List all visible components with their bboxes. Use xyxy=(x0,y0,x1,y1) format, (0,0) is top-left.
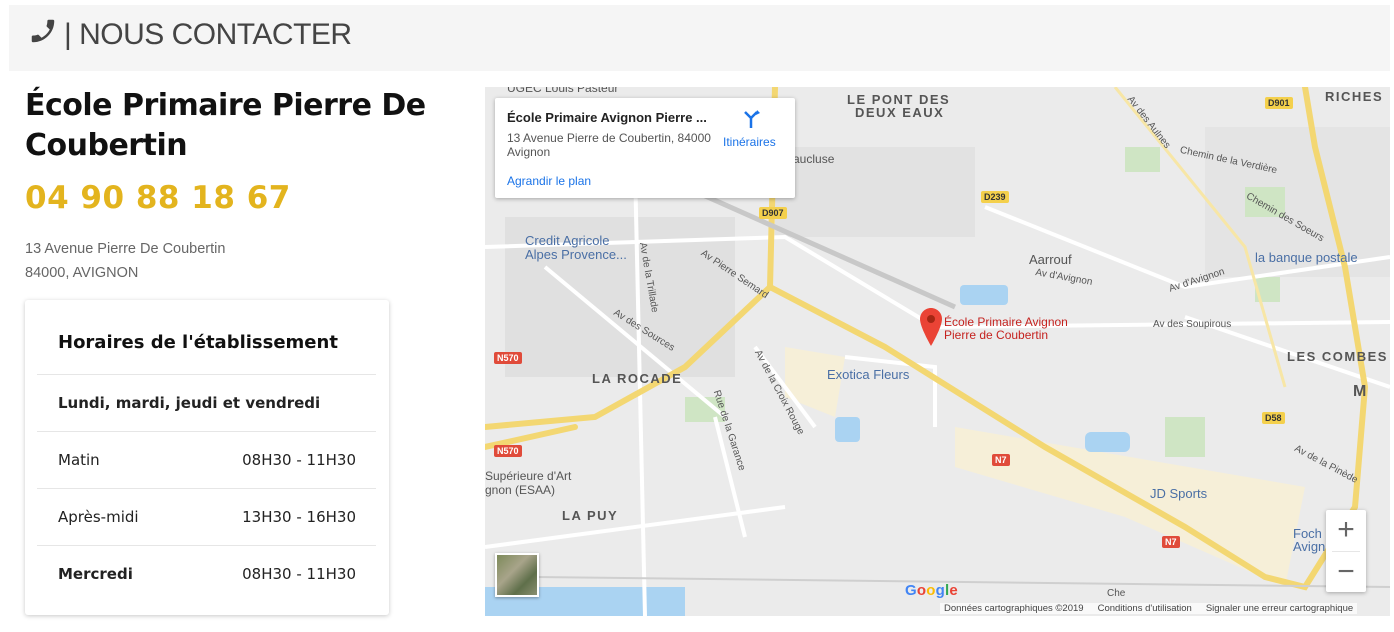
map-label: DEUX EAUX xyxy=(855,105,945,120)
road-tag: D58 xyxy=(1262,412,1285,424)
zoom-in-button[interactable]: + xyxy=(1326,510,1366,550)
place-address: 13 Avenue Pierre de Coubertin, 84000 Avi… xyxy=(507,131,711,159)
road-tag: N570 xyxy=(494,352,522,364)
zoom-out-button[interactable]: − xyxy=(1326,552,1366,592)
map-label: LES COMBES xyxy=(1287,349,1388,364)
road-tag: D907 xyxy=(759,207,787,219)
map-label: LA PUY xyxy=(562,508,619,523)
poi-label: la banque postale xyxy=(1255,250,1358,265)
poi-label: Alpes Provence... xyxy=(525,247,627,262)
map-attribution: Données cartographiques ©2019 Conditions… xyxy=(940,603,1358,614)
road-tag: D901 xyxy=(1265,97,1293,109)
poi-label: Credit Agricole xyxy=(525,233,610,248)
pin-label-line-2: Pierre de Coubertin xyxy=(944,328,1049,342)
school-name: École Primaire Pierre De Coubertin xyxy=(25,88,426,163)
street-label: Av des Soupirous xyxy=(1153,319,1232,330)
school-phone[interactable]: 04 90 88 18 67 xyxy=(25,180,291,216)
school-address: 13 Avenue Pierre De Coubertin 84000, AVI… xyxy=(25,237,225,285)
poi-label: gnon (ESAA) xyxy=(485,483,556,497)
zoom-control: + − xyxy=(1326,510,1366,592)
satellite-toggle[interactable] xyxy=(495,553,539,597)
map-label: aucluse xyxy=(793,152,835,166)
map-label: M xyxy=(1353,383,1368,400)
road-tag: N7 xyxy=(1162,536,1180,548)
map-label: RICHES xyxy=(1325,89,1384,104)
poi-label: Avign xyxy=(1293,539,1326,554)
report-error-link[interactable]: Signaler une erreur cartographique xyxy=(1206,603,1353,614)
poi-label: Exotica Fleurs xyxy=(827,367,910,382)
hours-section-row: Lundi, mardi, jeudi et vendredi xyxy=(37,374,376,431)
road-tag: N7 xyxy=(992,454,1010,466)
poi-label: JD Sports xyxy=(1150,486,1208,501)
hours-day: Matin xyxy=(58,451,100,469)
map-label: UGEC Louis Pasteur xyxy=(507,87,619,95)
phone-icon xyxy=(28,16,58,54)
road-tag: N570 xyxy=(494,445,522,457)
opening-hours-card: Horaires de l'établissement Lundi, mardi… xyxy=(25,300,389,615)
google-logo: Google xyxy=(905,582,958,599)
directions-button[interactable]: Itinéraires xyxy=(723,135,776,149)
address-line-1: 13 Avenue Pierre De Coubertin xyxy=(25,241,226,257)
address-line-2: 84000, AVIGNON xyxy=(25,265,139,281)
hours-row: Mercredi 08H30 - 11H30 xyxy=(37,545,376,602)
enlarge-map-link[interactable]: Agrandir le plan xyxy=(507,174,591,188)
pin-label: École Primaire Avignon Pierre de Coubert… xyxy=(944,316,1068,342)
google-map[interactable]: LE PONT DES DEUX EAUX RICHES LA ROCADE L… xyxy=(485,87,1390,616)
hours-day: Mercredi xyxy=(58,565,133,583)
hours-title: Horaires de l'établissement xyxy=(58,332,338,353)
road-tag: D239 xyxy=(981,191,1009,203)
hours-row: Après-midi 13H30 - 16H30 xyxy=(37,488,376,545)
poi-label: Aarrouf xyxy=(1029,252,1072,267)
hours-time: 08H30 - 11H30 xyxy=(242,565,356,583)
hours-time: 13H30 - 16H30 xyxy=(242,508,356,526)
terms-link[interactable]: Conditions d'utilisation xyxy=(1098,603,1192,614)
poi-label: Supérieure d'Art xyxy=(485,469,572,483)
location-pin-icon[interactable] xyxy=(920,308,942,351)
street-label: Che xyxy=(1107,588,1126,599)
contact-heading: | NOUS CONTACTER xyxy=(28,16,352,54)
hours-row: Matin 08H30 - 11H30 xyxy=(37,431,376,488)
map-info-box: École Primaire Avignon Pierre ... 13 Ave… xyxy=(495,98,795,198)
hours-section-label: Lundi, mardi, jeudi et vendredi xyxy=(58,394,321,412)
hours-day: Après-midi xyxy=(58,508,139,526)
map-data-credit: Données cartographiques ©2019 xyxy=(944,603,1084,614)
directions-icon[interactable] xyxy=(741,110,761,130)
header-title-text: | NOUS CONTACTER xyxy=(64,18,352,51)
place-title: École Primaire Avignon Pierre ... xyxy=(507,110,707,125)
map-label: LA ROCADE xyxy=(592,371,683,386)
hours-time: 08H30 - 11H30 xyxy=(242,451,356,469)
